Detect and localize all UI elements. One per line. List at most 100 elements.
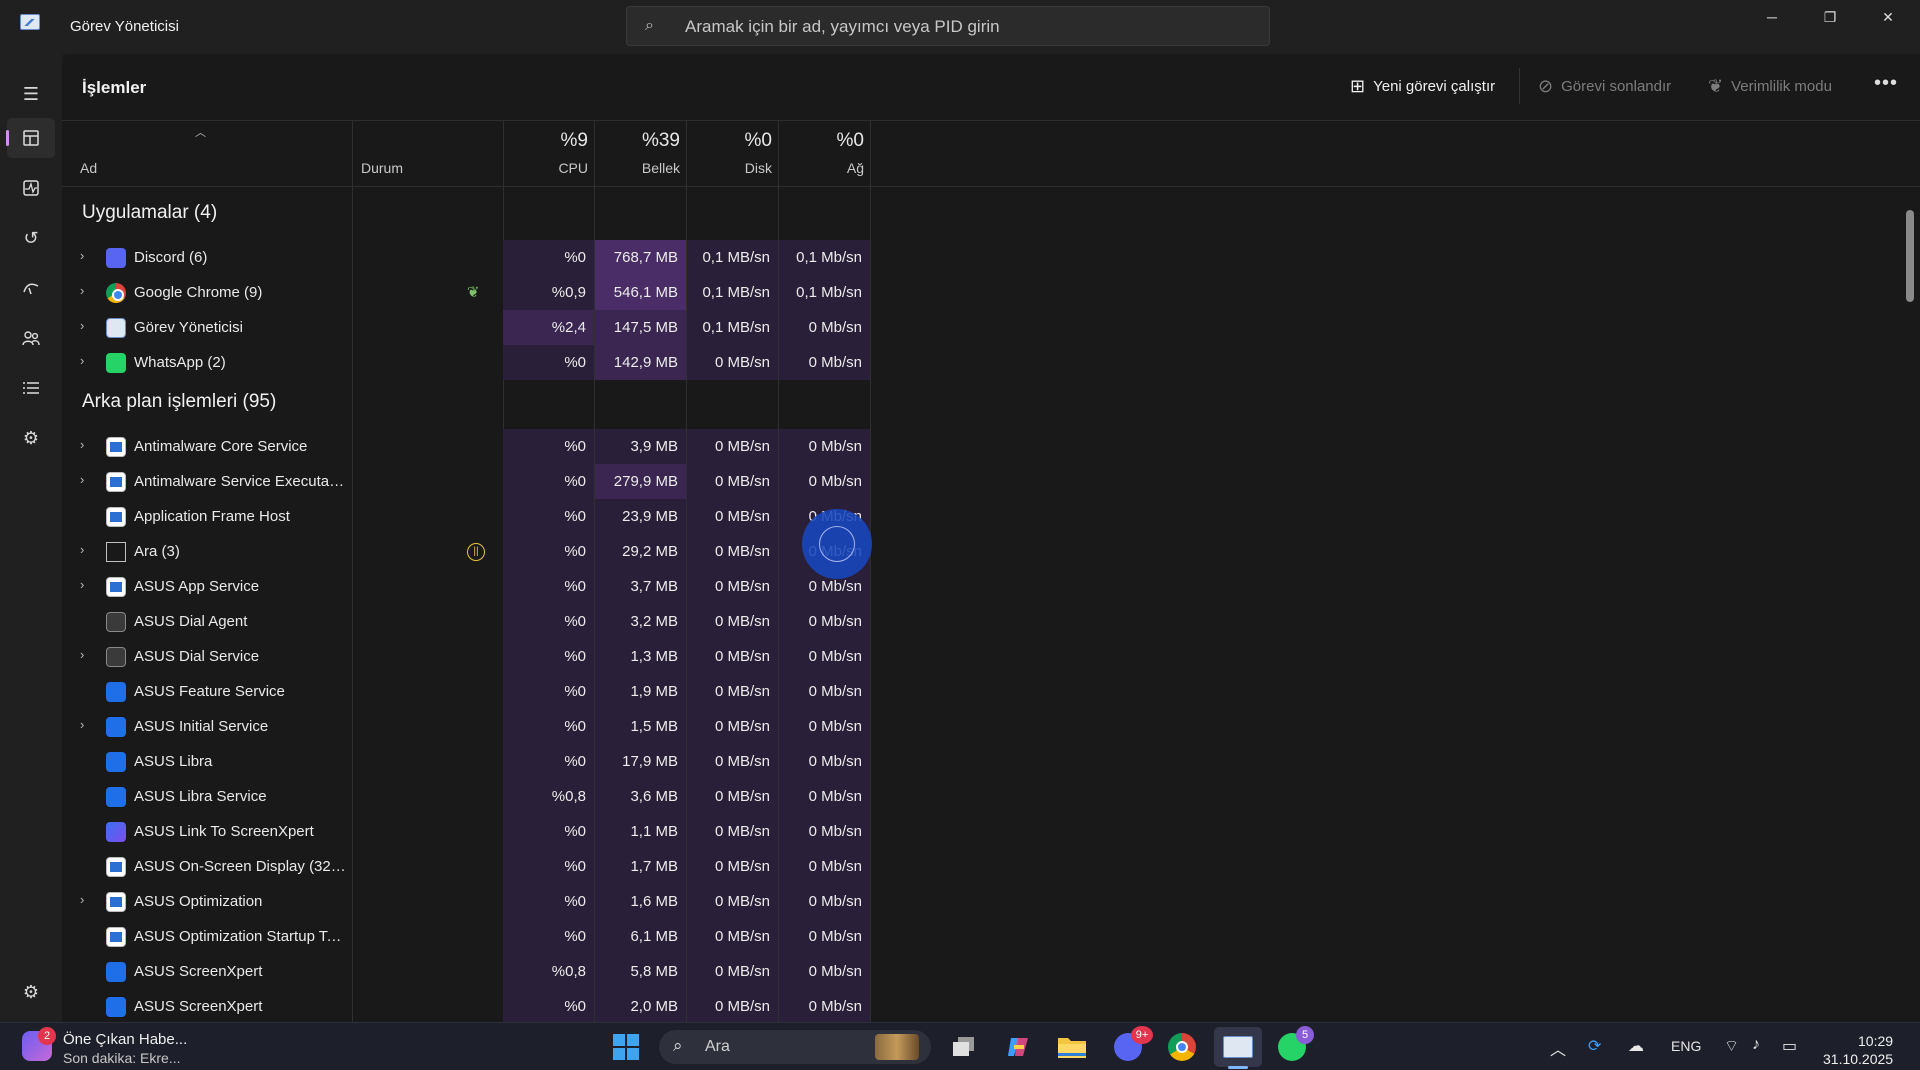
- process-row[interactable]: ASUS ScreenXpert %0,8 5,8 MB 0 MB/sn 0 Mb/sn: [62, 954, 870, 989]
- clock-time[interactable]: 10:29: [1858, 1033, 1893, 1049]
- task-manager-taskbar-icon[interactable]: [1214, 1027, 1262, 1067]
- expand-chevron-icon[interactable]: ›: [80, 892, 84, 907]
- process-row[interactable]: › Discord (6) %0 768,7 MB 0,1 MB/sn 0,1 Mb/sn: [62, 240, 870, 275]
- process-row[interactable]: › WhatsApp (2) %0 142,9 MB 0 MB/sn 0 Mb/sn: [62, 345, 870, 380]
- task-view-icon[interactable]: [946, 1031, 982, 1063]
- expand-chevron-icon[interactable]: ›: [80, 318, 84, 333]
- disk-total[interactable]: %0: [686, 130, 772, 152]
- process-row[interactable]: › ASUS Optimization %0 1,6 MB 0 MB/sn 0 Mb/sn: [62, 884, 870, 919]
- expand-chevron-icon[interactable]: ›: [80, 647, 84, 662]
- cpu-value: %0: [503, 884, 594, 919]
- copilot-icon[interactable]: [1000, 1031, 1036, 1063]
- cpu-total[interactable]: %9: [503, 130, 588, 152]
- process-row[interactable]: ASUS Feature Service %0 1,9 MB 0 MB/sn 0 Mb/…: [62, 674, 870, 709]
- minimize-button[interactable]: ─: [1744, 0, 1800, 34]
- memory-value: 3,6 MB: [595, 779, 686, 814]
- taskbar-search[interactable]: ⌕ Ara: [659, 1030, 931, 1064]
- nav-performance-icon[interactable]: [7, 168, 55, 208]
- nav-processes-icon[interactable]: [6, 118, 55, 158]
- asus-process-icon: [106, 997, 126, 1017]
- run-new-task-button[interactable]: ⊞ Yeni görevi çalıştır: [1350, 76, 1495, 97]
- news-subtitle[interactable]: Son dakika: Ekre...: [63, 1050, 181, 1066]
- restore-button[interactable]: ❐: [1802, 0, 1858, 34]
- process-row[interactable]: ASUS On-Screen Display (32 b... %0 1,7 MB 0…: [62, 849, 870, 884]
- efficiency-mode-button[interactable]: ❦ Verimlilik modu: [1708, 76, 1832, 97]
- column-header-disk[interactable]: Disk: [686, 160, 772, 176]
- col-divider: [870, 120, 871, 1022]
- disk-value: 0 MB/sn: [687, 849, 778, 884]
- file-explorer-icon[interactable]: [1054, 1031, 1090, 1063]
- vertical-scrollbar[interactable]: [1906, 210, 1914, 302]
- whatsapp-badge: 5: [1296, 1026, 1314, 1044]
- close-button[interactable]: ✕: [1860, 0, 1916, 34]
- column-header-cpu[interactable]: CPU: [503, 160, 588, 176]
- news-title[interactable]: Öne Çıkan Habe...: [63, 1031, 187, 1048]
- process-row[interactable]: ›Ara (3)||%029,2 MB0 MB/sn0 Mb/sn: [62, 534, 870, 569]
- network-value: 0 Mb/sn: [779, 310, 870, 345]
- expand-chevron-icon[interactable]: ›: [80, 353, 84, 368]
- process-row[interactable]: ASUS Libra %0 17,9 MB 0 MB/sn 0 Mb/sn: [62, 744, 870, 779]
- process-row[interactable]: ASUS ScreenXpert %0 2,0 MB 0 MB/sn 0 Mb/sn: [62, 989, 870, 1022]
- volume-icon[interactable]: ♪: [1752, 1036, 1760, 1054]
- process-row[interactable]: ASUS Libra Service %0,8 3,6 MB 0 MB/sn 0 Mb/…: [62, 779, 870, 814]
- column-header-status[interactable]: Durum: [361, 160, 403, 176]
- network-value: 0 Mb/sn: [779, 345, 870, 380]
- taskbar-search-label: Ara: [705, 1038, 730, 1055]
- process-row[interactable]: › ASUS Initial Service %0 1,5 MB 0 MB/sn 0 Mb…: [62, 709, 870, 744]
- column-header-network[interactable]: Ağ: [778, 160, 864, 176]
- search-icon: ⌕: [673, 1036, 683, 1055]
- memory-total[interactable]: %39: [594, 130, 680, 152]
- process-name: ASUS App Service: [134, 578, 260, 595]
- hamburger-menu-icon[interactable]: ☰: [7, 74, 55, 114]
- search-highlight-image: [875, 1034, 919, 1060]
- start-button[interactable]: [608, 1031, 644, 1063]
- expand-chevron-icon[interactable]: ›: [80, 248, 84, 263]
- nav-users-icon[interactable]: [7, 318, 55, 358]
- nav-app-history-icon[interactable]: ↺: [7, 218, 55, 258]
- process-row[interactable]: › ASUS Dial Service %0 1,3 MB 0 MB/sn 0 Mb/sn: [62, 639, 870, 674]
- end-task-button[interactable]: ⊘ Görevi sonlandır: [1538, 76, 1671, 97]
- network-total[interactable]: %0: [778, 130, 864, 152]
- cpu-value: %0: [503, 814, 594, 849]
- suspended-pause-icon: ||: [467, 543, 485, 561]
- expand-chevron-icon[interactable]: ›: [80, 717, 84, 732]
- expand-chevron-icon[interactable]: ›: [80, 542, 84, 557]
- process-row[interactable]: ASUS Optimization Startup Task %0 6,1 MB 0 …: [62, 919, 870, 954]
- page-title: İşlemler: [82, 78, 147, 97]
- process-row[interactable]: ASUS Link To ScreenXpert %0 1,1 MB 0 MB/sn 0…: [62, 814, 870, 849]
- column-header-name[interactable]: Ad: [80, 160, 97, 176]
- wifi-icon[interactable]: ⌔: [1724, 1036, 1739, 1056]
- expand-chevron-icon[interactable]: ›: [80, 437, 84, 452]
- leaf-icon: ❦: [1708, 76, 1724, 96]
- more-options-button[interactable]: •••: [1874, 72, 1898, 95]
- process-row[interactable]: › Google Chrome (9) ❦ %0,9 546,1 MB 0,1 MB/sn…: [62, 275, 870, 310]
- language-indicator[interactable]: ENG: [1671, 1038, 1701, 1054]
- clock-date[interactable]: 31.10.2025: [1823, 1051, 1893, 1067]
- memory-value: 3,9 MB: [595, 429, 686, 464]
- disk-value: 0,1 MB/sn: [687, 240, 778, 275]
- process-row[interactable]: › Antimalware Service Executable %0 279,9 M…: [62, 464, 870, 499]
- asus-process-icon: [106, 717, 126, 737]
- process-row[interactable]: ASUS Dial Agent %0 3,2 MB 0 MB/sn 0 Mb/sn: [62, 604, 870, 639]
- nav-settings-icon[interactable]: ⚙: [7, 972, 55, 1012]
- run-new-task-label: Yeni görevi çalıştır: [1373, 78, 1496, 95]
- search-input[interactable]: ⌕ Aramak için bir ad, yayımcı veya PID g…: [626, 6, 1270, 46]
- show-hidden-icons-icon[interactable]: ︿: [1550, 1036, 1566, 1060]
- expand-chevron-icon[interactable]: ›: [80, 577, 84, 592]
- sync-icon[interactable]: ⟳: [1588, 1036, 1601, 1056]
- nav-services-icon[interactable]: ⚙: [7, 418, 55, 458]
- process-row[interactable]: › Görev Yöneticisi %2,4 147,5 MB 0,1 MB/sn 0 …: [62, 310, 870, 345]
- nav-startup-apps-icon[interactable]: [7, 268, 55, 308]
- battery-icon[interactable]: ▭: [1782, 1036, 1797, 1056]
- column-header-memory[interactable]: Bellek: [594, 160, 680, 176]
- process-row[interactable]: Application Frame Host%023,9 MB0 MB/sn0 …: [62, 499, 870, 534]
- chrome-taskbar-icon[interactable]: [1164, 1031, 1200, 1063]
- process-row[interactable]: › Antimalware Core Service %0 3,9 MB 0 MB/sn…: [62, 429, 870, 464]
- expand-chevron-icon[interactable]: ›: [80, 283, 84, 298]
- process-name: ASUS Dial Service: [134, 648, 260, 665]
- expand-chevron-icon[interactable]: ›: [80, 472, 84, 487]
- cloud-offline-icon[interactable]: ☁: [1628, 1036, 1644, 1056]
- nav-details-icon[interactable]: [7, 368, 55, 408]
- process-row[interactable]: › ASUS App Service %0 3,7 MB 0 MB/sn 0 Mb/sn: [62, 569, 870, 604]
- network-value: 0 Mb/sn: [779, 779, 870, 814]
